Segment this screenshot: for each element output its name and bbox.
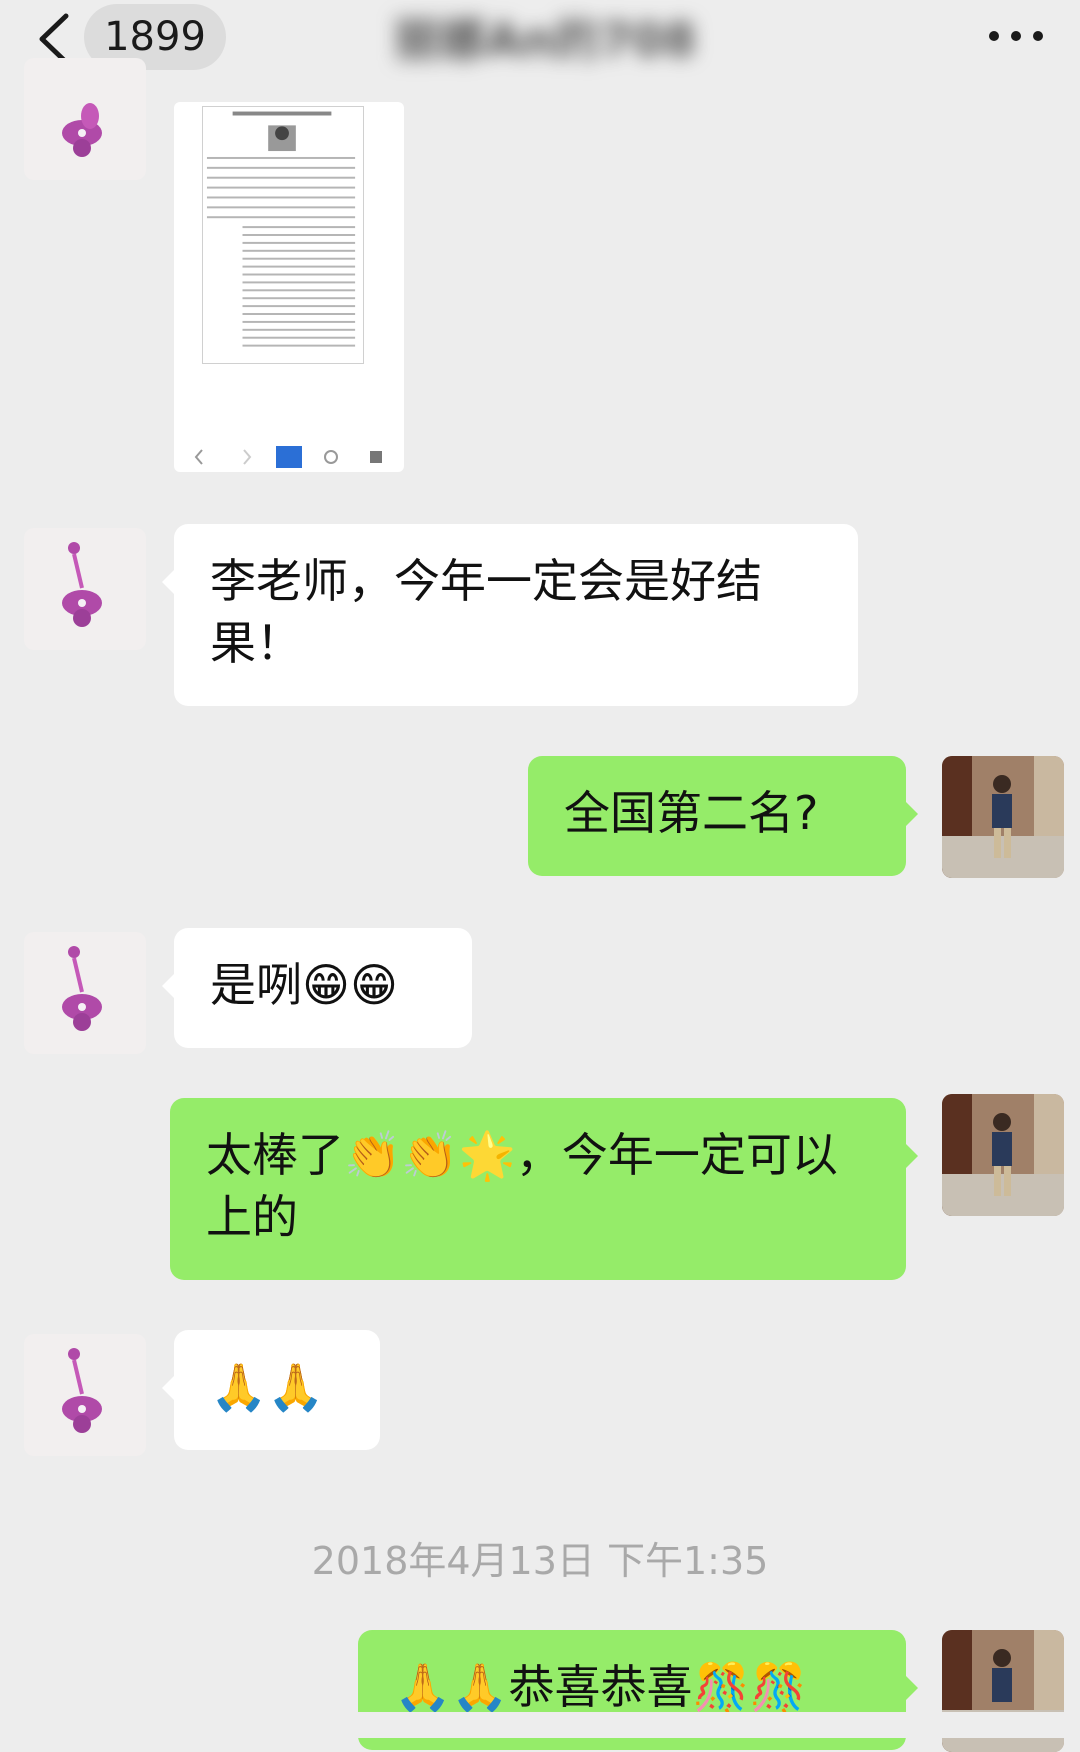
document-viewer-toolbar (174, 442, 404, 472)
contact-avatar[interactable] (24, 932, 146, 1054)
chat-title: 丽娜An的708 (393, 13, 697, 67)
my-avatar[interactable] (942, 756, 1064, 878)
bottom-edge (0, 1712, 1080, 1738)
message-bubble-received[interactable]: 🙏🙏 (162, 1330, 380, 1450)
chat-header: 1899 丽娜An的708 (0, 0, 1080, 102)
message-bubble-received[interactable]: 李老师，今年一定会是好结果！ (162, 524, 858, 706)
message-bubble-sent[interactable]: 太棒了👏👏🌟，今年一定可以上的 (170, 1098, 918, 1280)
message-timestamp: 2018年4月13日 下午1:35 (311, 1539, 769, 1583)
my-avatar[interactable] (942, 1094, 1064, 1216)
contact-avatar[interactable] (24, 58, 146, 180)
contact-avatar[interactable] (24, 1334, 146, 1456)
message-bubble-received[interactable]: 是咧😁😁 (162, 928, 472, 1048)
shared-document-image[interactable] (174, 102, 404, 472)
more-options-button[interactable] (980, 16, 1052, 56)
contact-avatar[interactable] (24, 528, 146, 650)
document-page-preview (202, 106, 364, 364)
more-dots-icon (989, 31, 1043, 41)
message-bubble-sent[interactable]: 全国第二名? (528, 756, 918, 876)
